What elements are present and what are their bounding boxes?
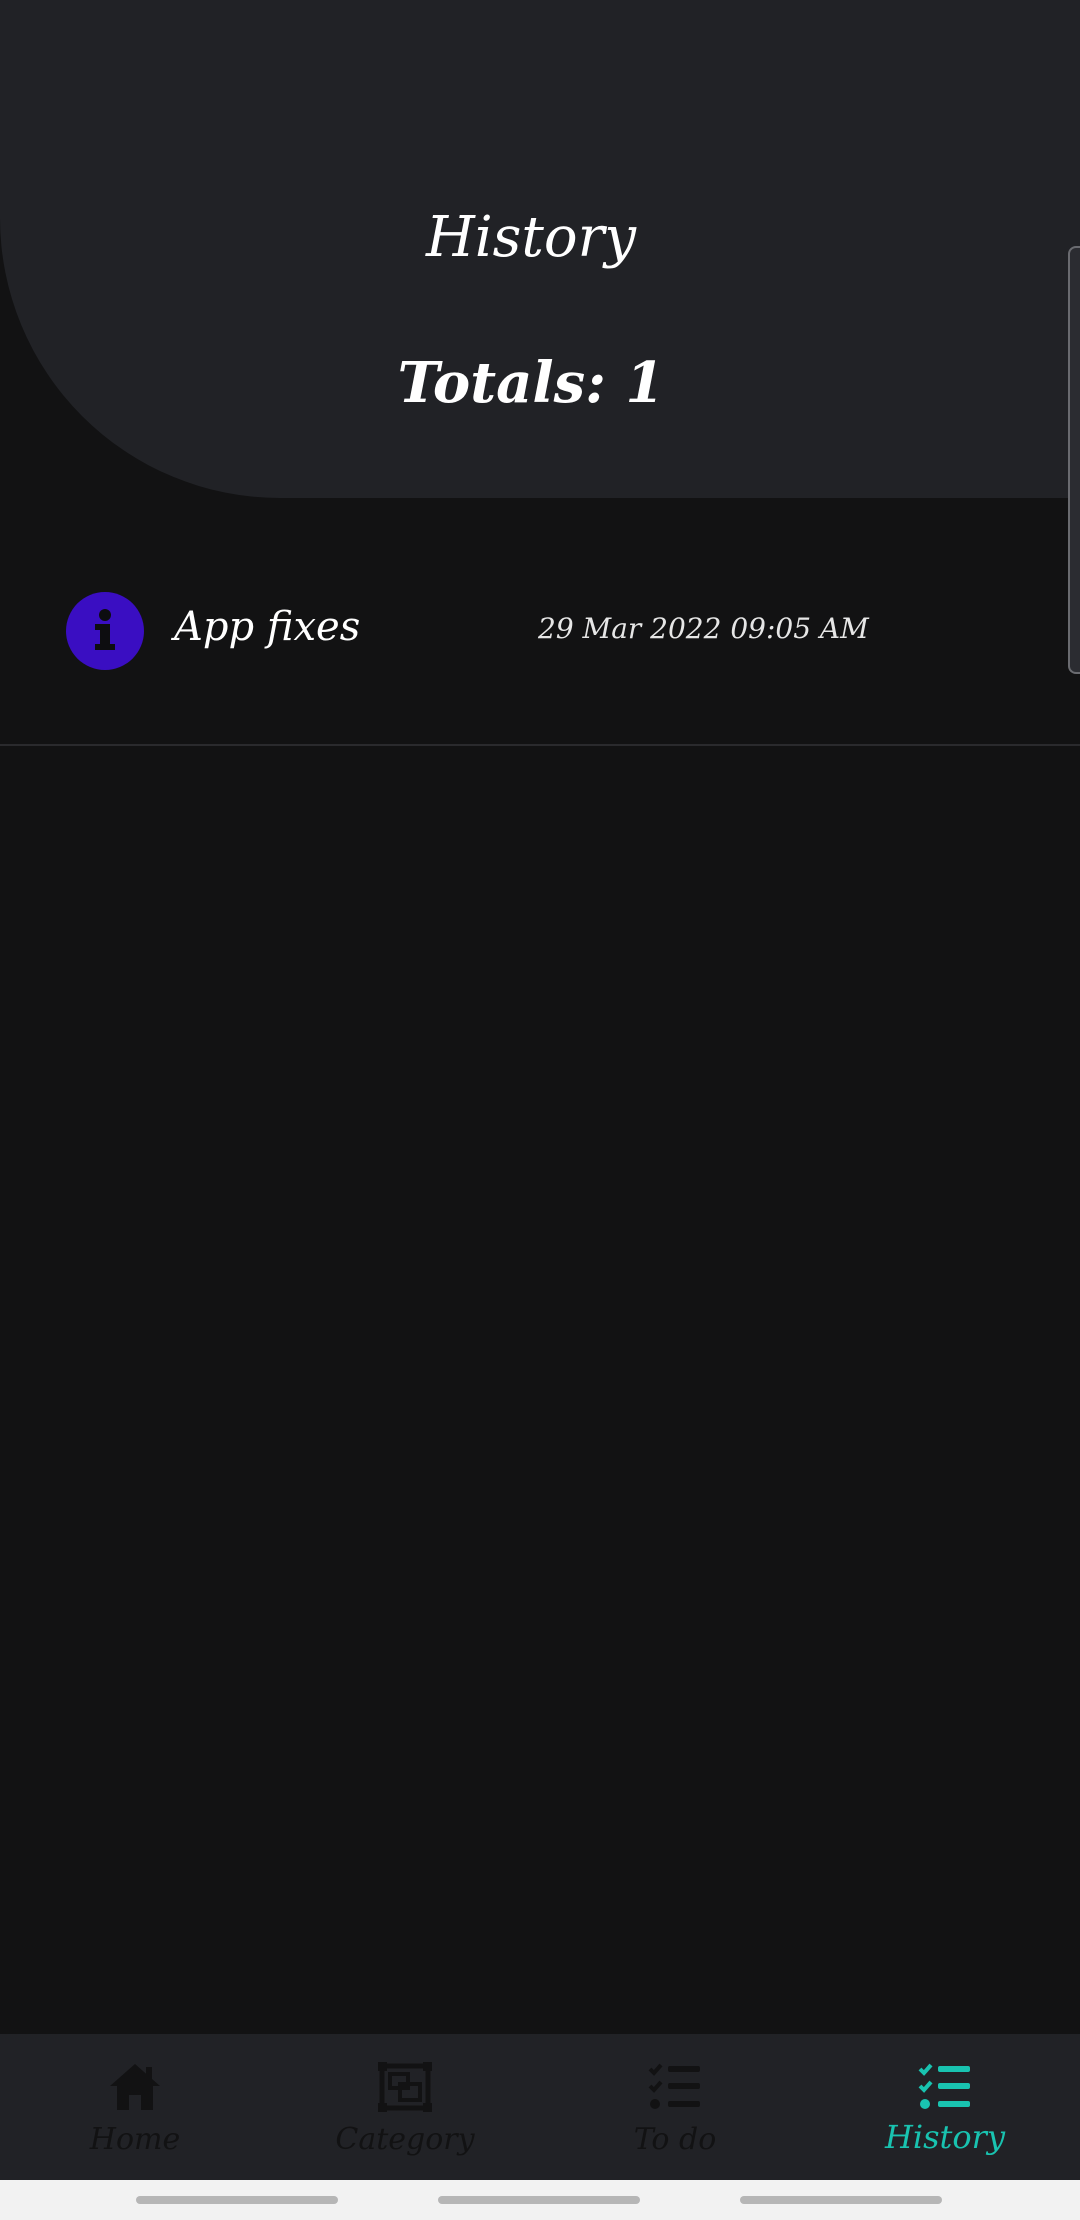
- nav-item-history[interactable]: History: [810, 2034, 1080, 2180]
- history-list-icon: [918, 2063, 970, 2109]
- totals-count: Totals: 1: [397, 350, 665, 416]
- home-icon: [110, 2064, 160, 2110]
- system-navigation-bar: [0, 2180, 1080, 2220]
- nav-label-todo: To do: [633, 2122, 717, 2157]
- history-screen: History Totals: 1 App fixes 29 Mar 2022 …: [0, 0, 1080, 2220]
- system-button-home[interactable]: [438, 2196, 640, 2204]
- todo-list-icon: [648, 2063, 700, 2109]
- item-title: App fixes: [174, 604, 361, 650]
- system-button-back[interactable]: [740, 2196, 942, 2204]
- page-title: History: [425, 205, 637, 270]
- nav-label-home: Home: [89, 2122, 181, 2157]
- list-item[interactable]: App fixes 29 Mar 2022 09:05 AM: [0, 572, 1080, 746]
- nav-label-history: History: [884, 2118, 1006, 2156]
- bottom-navigation: Home Category To do History: [0, 2034, 1080, 2180]
- system-button-recents[interactable]: [136, 2196, 338, 2204]
- header-panel: History Totals: 1: [0, 0, 1080, 498]
- category-icon: [378, 2062, 432, 2112]
- item-date: 29 Mar 2022 09:05 AM: [538, 612, 869, 645]
- info-icon: [66, 592, 144, 670]
- nav-item-todo[interactable]: To do: [540, 2034, 810, 2180]
- nav-label-category: Category: [335, 2122, 475, 2157]
- nav-item-category[interactable]: Category: [270, 2034, 540, 2180]
- nav-item-home[interactable]: Home: [0, 2034, 270, 2180]
